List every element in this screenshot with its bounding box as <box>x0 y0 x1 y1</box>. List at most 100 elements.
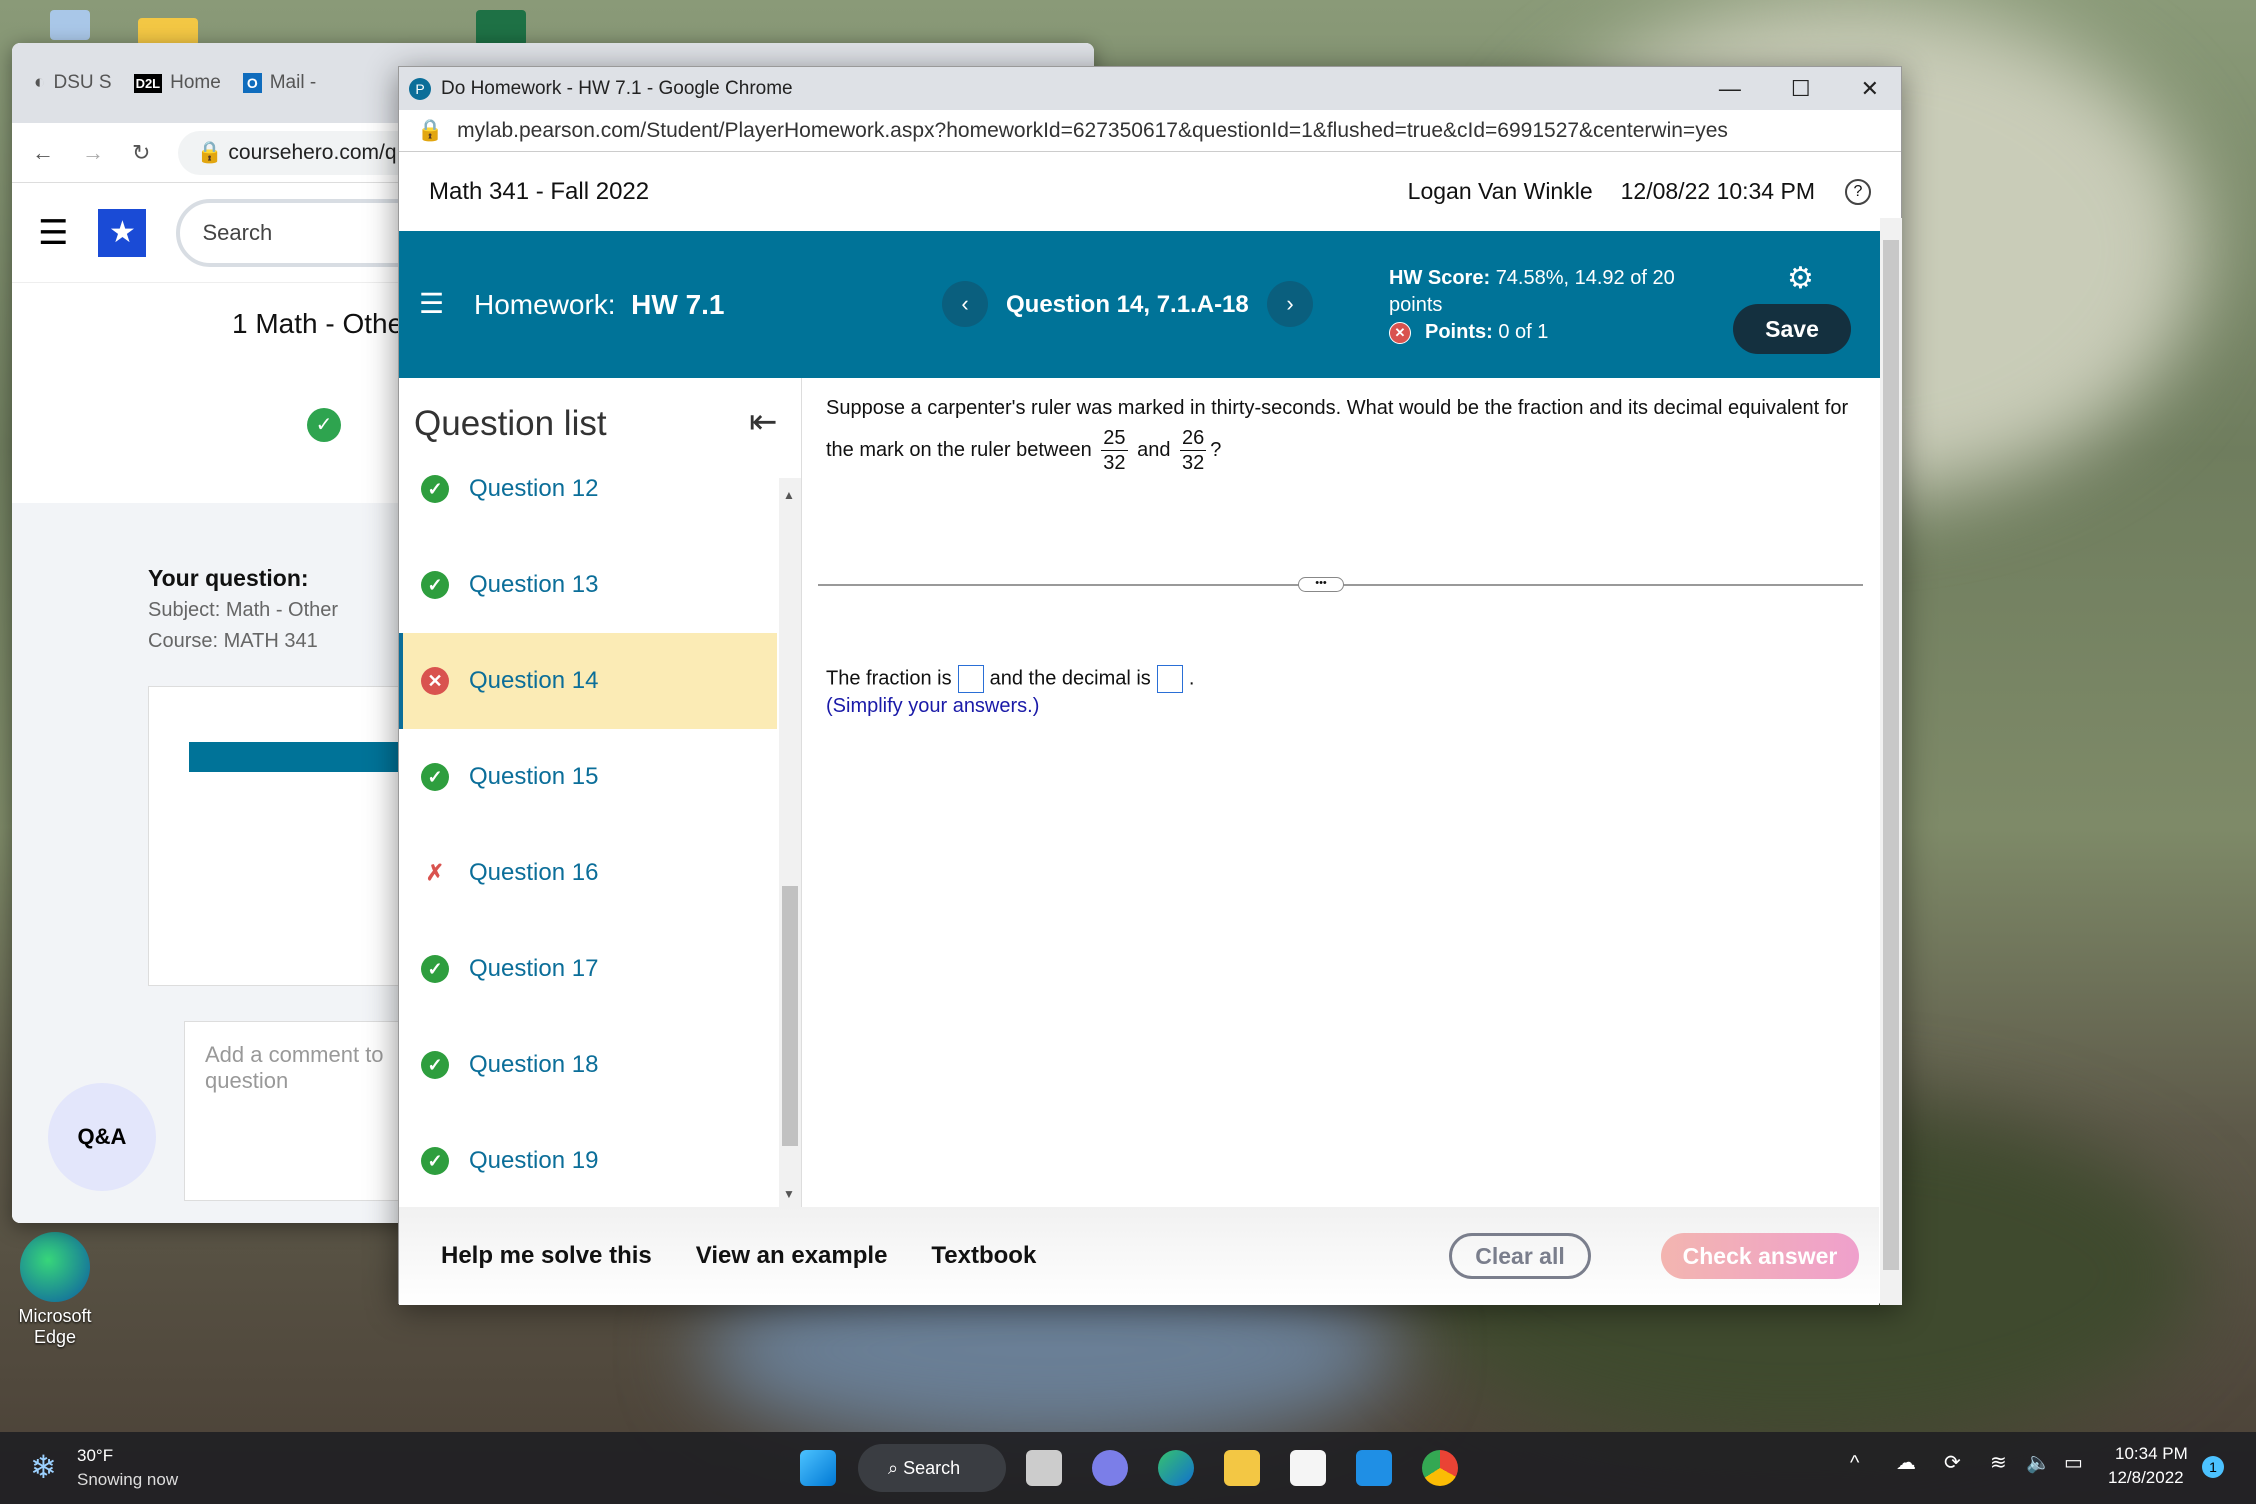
edge-label: Microsoft Edge <box>18 1306 92 1347</box>
course-name: Math 341 - Fall 2022 <box>429 177 650 205</box>
help-icon[interactable]: ? <box>1845 178 1871 205</box>
pearson-icon: P <box>409 77 431 100</box>
question-list-title: Question list <box>414 404 607 443</box>
question-list-item[interactable]: ✓ Question 17 <box>399 921 777 1017</box>
help-me-solve-link[interactable]: Help me solve this <box>441 1242 652 1270</box>
user-name: Logan Van Winkle <box>1407 178 1593 204</box>
page-scrollbar[interactable] <box>1880 218 1902 1305</box>
correct-check-icon: ✓ <box>421 955 449 983</box>
minimize-icon[interactable]: — <box>1719 76 1741 102</box>
scrollbar[interactable]: ▲ ▼ <box>779 478 801 1207</box>
your-question-heading: Your question: <box>148 565 309 591</box>
temperature[interactable]: 30°F <box>77 1446 113 1466</box>
question-list-item[interactable]: ✓ Question 19 <box>399 1113 777 1209</box>
recycle-bin-icon[interactable] <box>50 10 90 40</box>
weather-status[interactable]: Snowing now <box>77 1470 178 1490</box>
edge-taskbar-icon[interactable] <box>1158 1450 1194 1486</box>
store-icon[interactable] <box>1290 1450 1326 1486</box>
question-text: Suppose a carpenter's ruler was marked i… <box>826 397 1849 474</box>
question-list-item[interactable]: ✕ Question 14 <box>399 633 777 729</box>
settings-gear-icon[interactable]: ⚙ <box>1787 261 1814 296</box>
textbook-link[interactable]: Textbook <box>931 1242 1036 1270</box>
wifi-icon[interactable]: ≋ <box>1990 1450 2007 1475</box>
question-label: Question 19 <box>469 1147 599 1174</box>
question-label: Question 13 <box>469 571 599 598</box>
qa-button[interactable]: Q&A <box>48 1083 156 1191</box>
volume-icon[interactable]: 🔈 <box>2026 1450 2051 1475</box>
decimal-answer-input[interactable] <box>1156 665 1183 693</box>
file-explorer-icon[interactable] <box>1224 1450 1260 1486</box>
onedrive-icon[interactable]: ☁ <box>1896 1450 1916 1475</box>
collapse-panel-icon[interactable]: ⇤ <box>749 402 778 442</box>
save-button[interactable]: Save <box>1733 304 1851 354</box>
expand-handle[interactable]: ••• <box>1298 577 1344 592</box>
sync-icon[interactable]: ⟳ <box>1944 1450 1961 1475</box>
view-example-link[interactable]: View an example <box>696 1242 888 1270</box>
hint-text: (Simplify your answers.) <box>826 695 1040 717</box>
clock-date[interactable]: 12/8/2022 <box>2108 1468 2184 1488</box>
taskbar: ❄ 30°F Snowing now ⌕ Search ^ ☁ ⟳ ≋ 🔈 ▭ … <box>0 1432 2256 1504</box>
correct-check-icon: ✓ <box>421 1147 449 1175</box>
partial-credit-icon: ✗ <box>425 860 445 885</box>
question-label: Question 14 <box>469 667 599 694</box>
fraction-2: 26 32 <box>1180 427 1207 474</box>
fraction-answer-input[interactable] <box>957 665 984 693</box>
correct-check-icon: ✓ <box>421 475 449 503</box>
course-text: Course: MATH 341 <box>148 630 318 652</box>
mail-icon[interactable] <box>1356 1450 1392 1486</box>
folder-icon[interactable] <box>138 18 198 46</box>
menu-icon[interactable]: ☰ <box>419 287 444 320</box>
excel-icon[interactable] <box>476 10 526 46</box>
edge-icon[interactable] <box>20 1232 90 1302</box>
question-thumbnail[interactable] <box>148 686 408 986</box>
question-list-item[interactable]: ✓ Question 18 <box>399 1017 777 1113</box>
question-label: Question 16 <box>469 859 599 886</box>
correct-check-icon: ✓ <box>421 763 449 791</box>
check-icon: ✓ <box>307 408 341 442</box>
question-list: Question list ⇤ ✓ Question 12 ✓ Question 13… <box>399 378 802 1207</box>
datetime: 12/08/22 10:34 PM <box>1620 178 1815 204</box>
tab-mail[interactable]: O Mail - <box>242 72 316 94</box>
clock-time[interactable]: 10:34 PM <box>2115 1444 2188 1464</box>
show-hidden-icons[interactable]: ^ <box>1850 1452 1859 1475</box>
tab-home[interactable]: D2L Home <box>133 72 221 94</box>
chrome-icon[interactable] <box>1422 1450 1458 1486</box>
tab-dsu[interactable]: ◐ DSU S <box>34 72 112 94</box>
next-question-button[interactable]: › <box>1267 281 1313 327</box>
notification-badge[interactable]: 1 <box>2202 1456 2224 1478</box>
reload-icon[interactable]: ↻ <box>132 140 150 166</box>
close-icon[interactable]: ✕ <box>1861 76 1879 102</box>
comment-input[interactable]: Add a comment to question <box>184 1021 414 1201</box>
clear-all-button[interactable]: Clear all <box>1449 1233 1591 1279</box>
maximize-icon[interactable]: ☐ <box>1791 76 1811 102</box>
battery-icon[interactable]: ▭ <box>2064 1450 2083 1475</box>
points: ✕ Points: 0 of 1 <box>1389 321 1548 344</box>
hw-score: HW Score: 74.58%, 14.92 of 20 points <box>1389 267 1675 316</box>
question-label: Question 12 <box>469 475 599 502</box>
teams-icon[interactable] <box>1092 1450 1128 1486</box>
menu-icon[interactable]: ☰ <box>38 213 68 253</box>
task-view-icon[interactable] <box>1026 1450 1062 1486</box>
start-icon[interactable] <box>800 1450 836 1486</box>
homework-title: Homework: HW 7.1 <box>474 289 725 320</box>
correct-check-icon: ✓ <box>421 1051 449 1079</box>
homework-window: P Do Homework - HW 7.1 - Google Chrome —… <box>398 66 1902 1305</box>
snow-weather-icon[interactable]: ❄ <box>30 1448 57 1486</box>
check-answer-button[interactable]: Check answer <box>1661 1233 1859 1279</box>
question-list-item[interactable]: ✓ Question 12 <box>399 441 777 537</box>
fraction-1: 25 32 <box>1101 427 1128 474</box>
question-list-item[interactable]: ✓ Question 15 <box>399 729 777 825</box>
coursehero-logo[interactable]: ★ <box>98 208 147 257</box>
taskbar-search[interactable]: ⌕ Search <box>858 1444 1006 1492</box>
question-label: Question 15 <box>469 763 599 790</box>
forward-icon[interactable]: → <box>82 140 104 166</box>
window-title: Do Homework - HW 7.1 - Google Chrome <box>441 77 793 99</box>
question-list-item[interactable]: ✓ Question 13 <box>399 537 777 633</box>
question-label: Question 18 <box>469 1051 599 1078</box>
question-label: Question 17 <box>469 955 599 982</box>
address-bar[interactable]: 🔒 mylab.pearson.com/Student/PlayerHomewor… <box>399 110 1901 152</box>
incorrect-x-icon: ✕ <box>421 667 449 695</box>
back-icon[interactable]: ← <box>32 140 54 166</box>
question-list-item[interactable]: ✗ Question 16 <box>399 825 777 921</box>
prev-question-button[interactable]: ‹ <box>942 281 988 327</box>
